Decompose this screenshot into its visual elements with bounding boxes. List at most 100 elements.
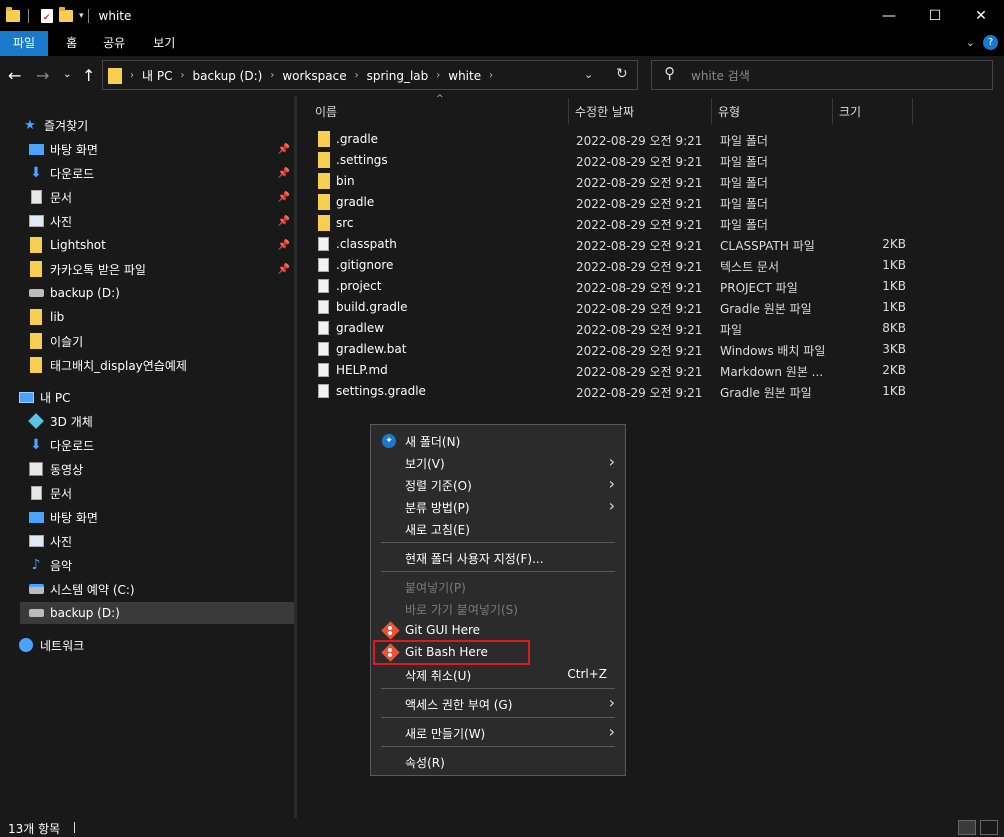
tab-view[interactable]: 보기 xyxy=(141,31,191,56)
file-row[interactable]: gradle 2022-08-29 오전 9:21 파일 폴더 xyxy=(310,192,910,213)
menu-refresh[interactable]: 새로 고침(E) xyxy=(371,517,625,539)
file-row[interactable]: .classpath 2022-08-29 오전 9:21 CLASSPATH 파일… xyxy=(310,234,910,255)
large-icons-view-button[interactable] xyxy=(980,820,998,835)
maximize-button[interactable]: ☐ xyxy=(912,0,958,31)
file-row[interactable]: settings.gradle 2022-08-29 오전 9:21 Gradle … xyxy=(310,381,910,402)
sidebar-item[interactable]: 바탕 화면 xyxy=(28,506,294,528)
file-row[interactable]: HELP.md 2022-08-29 오전 9:21 Markdown 원본 ...… xyxy=(310,360,910,381)
sidebar-this-pc[interactable]: 내 PC xyxy=(18,386,294,408)
column-header-type[interactable]: 유형 xyxy=(712,98,833,124)
minimize-button[interactable]: — xyxy=(866,0,912,31)
breadcrumb-white[interactable]: white xyxy=(448,69,481,83)
file-row[interactable]: .project 2022-08-29 오전 9:21 PROJECT 파일 1KB xyxy=(310,276,910,297)
help-icon[interactable]: ? xyxy=(983,35,998,50)
file-row[interactable]: .gradle 2022-08-29 오전 9:21 파일 폴더 xyxy=(310,129,910,150)
file-size: 1KB xyxy=(882,279,906,293)
sidebar-item[interactable]: 이슬기 xyxy=(28,330,294,352)
file-size: 2KB xyxy=(882,363,906,377)
pin-icon[interactable]: 📌 xyxy=(278,192,290,203)
details-view-button[interactable] xyxy=(958,820,976,835)
sidebar-item[interactable]: ⬇ 다운로드 📌 xyxy=(28,162,294,184)
menu-git-gui[interactable]: Git GUI Here xyxy=(371,619,625,641)
sidebar-item[interactable]: 3D 개체 xyxy=(28,410,294,432)
menu-new-folder[interactable]: ✦ 새 폴더(N) xyxy=(371,429,625,451)
file-row[interactable]: bin 2022-08-29 오전 9:21 파일 폴더 xyxy=(310,171,910,192)
back-arrow-icon[interactable]: ← xyxy=(8,66,21,85)
sidebar-item[interactable]: 동영상 xyxy=(28,458,294,480)
sidebar-quick-access[interactable]: ★ 즐겨찾기 xyxy=(22,114,294,136)
file-name: .classpath xyxy=(336,237,397,251)
sidebar-item-label: 이슬기 xyxy=(50,334,84,349)
file-type: Windows 배치 파일 xyxy=(720,344,826,358)
column-header-size[interactable]: 크기 xyxy=(833,98,913,124)
tab-home[interactable]: 홈 xyxy=(48,31,93,56)
menu-view[interactable]: 보기(V) › xyxy=(371,451,625,473)
up-arrow-icon[interactable]: ↑ xyxy=(82,66,95,85)
sidebar-item[interactable]: backup (D:) xyxy=(28,282,294,304)
sidebar-item[interactable]: 문서 📌 xyxy=(28,186,294,208)
menu-customize-folder[interactable]: 현재 폴더 사용자 지정(F)... xyxy=(371,546,625,568)
tab-file[interactable]: 파일 xyxy=(0,31,49,56)
qat-dropdown-icon[interactable]: ▾ xyxy=(79,11,84,21)
address-dropdown-icon[interactable]: ⌄ xyxy=(584,68,593,81)
new-folder-icon[interactable] xyxy=(59,6,75,26)
expand-ribbon-icon[interactable]: ⌄ xyxy=(966,36,975,49)
sidebar-item[interactable]: 카카오톡 받은 파일 📌 xyxy=(28,258,294,280)
refresh-icon[interactable]: ↻ xyxy=(616,66,628,82)
sidebar-item[interactable]: ⬇ 다운로드 xyxy=(28,434,294,456)
chevron-right-icon[interactable]: › xyxy=(355,70,359,81)
chevron-right-icon[interactable]: › xyxy=(436,70,440,81)
recent-locations-icon[interactable]: ⌄ xyxy=(63,69,71,80)
close-button[interactable]: ✕ xyxy=(958,0,1004,31)
sidebar-item[interactable]: 사진 xyxy=(28,530,294,552)
pin-icon[interactable]: 📌 xyxy=(278,216,290,227)
sidebar-item[interactable]: 태그배치_display연습예제 xyxy=(28,354,294,376)
file-row[interactable]: gradlew.bat 2022-08-29 오전 9:21 Windows 배치 … xyxy=(310,339,910,360)
file-row[interactable]: build.gradle 2022-08-29 오전 9:21 Gradle 원본 … xyxy=(310,297,910,318)
menu-sort-by[interactable]: 정렬 기준(O) › xyxy=(371,473,625,495)
column-header-name[interactable]: 이름 xyxy=(309,98,569,124)
menu-undo-delete[interactable]: 삭제 취소(U) Ctrl+Z xyxy=(371,663,625,685)
pane-splitter[interactable] xyxy=(294,96,297,818)
chevron-right-icon[interactable]: › xyxy=(180,70,184,81)
file-row[interactable]: .gitignore 2022-08-29 오전 9:21 텍스트 문서 1KB xyxy=(310,255,910,276)
breadcrumb-backup[interactable]: backup (D:) xyxy=(192,69,262,83)
column-header-date[interactable]: 수정한 날짜 xyxy=(569,98,712,124)
breadcrumb-this-pc[interactable]: 내 PC xyxy=(142,67,172,84)
pin-icon[interactable]: 📌 xyxy=(278,168,290,179)
file-name: .project xyxy=(336,279,382,293)
file-name: bin xyxy=(336,174,355,188)
pin-icon[interactable]: 📌 xyxy=(278,264,290,275)
sidebar-item[interactable]: 문서 xyxy=(28,482,294,504)
menu-give-access[interactable]: 액세스 권한 부여 (G) › xyxy=(371,692,625,714)
chevron-right-icon[interactable]: › xyxy=(270,70,274,81)
breadcrumb-spring-lab[interactable]: spring_lab xyxy=(367,69,429,83)
pin-icon[interactable]: 📌 xyxy=(278,240,290,251)
menu-group-by[interactable]: 분류 방법(P) › xyxy=(371,495,625,517)
sidebar-item[interactable]: 바탕 화면 📌 xyxy=(28,138,294,160)
sidebar-network[interactable]: 네트워크 xyxy=(18,634,294,656)
sidebar-item[interactable]: ♪ 음악 xyxy=(28,554,294,576)
file-icon xyxy=(318,321,332,335)
sidebar-item[interactable]: lib xyxy=(28,306,294,328)
properties-icon[interactable]: ✔ xyxy=(41,8,53,23)
sidebar-item[interactable]: Lightshot 📌 xyxy=(28,234,294,256)
chevron-right-icon[interactable]: › xyxy=(130,70,134,81)
sidebar-item[interactable]: 시스템 예약 (C:) xyxy=(28,578,294,600)
file-row[interactable]: gradlew 2022-08-29 오전 9:21 파일 8KB xyxy=(310,318,910,339)
folder-icon xyxy=(28,357,44,373)
menu-separator xyxy=(381,571,615,572)
file-row[interactable]: src 2022-08-29 오전 9:21 파일 폴더 xyxy=(310,213,910,234)
menu-new[interactable]: 새로 만들기(W) › xyxy=(371,721,625,743)
sidebar-item[interactable]: backup (D:) xyxy=(20,602,294,624)
sidebar-item[interactable]: 사진 📌 xyxy=(28,210,294,232)
chevron-right-icon[interactable]: › xyxy=(489,70,493,81)
file-date: 2022-08-29 오전 9:21 xyxy=(576,239,703,253)
menu-properties[interactable]: 속성(R) xyxy=(371,750,625,772)
file-row[interactable]: .settings 2022-08-29 오전 9:21 파일 폴더 xyxy=(310,150,910,171)
breadcrumb-workspace[interactable]: workspace xyxy=(282,69,346,83)
forward-arrow-icon[interactable]: → xyxy=(36,66,49,85)
tab-share[interactable]: 공유 xyxy=(93,31,141,56)
pin-icon[interactable]: 📌 xyxy=(278,144,290,155)
sidebar-item-label: 내 PC xyxy=(40,390,71,405)
